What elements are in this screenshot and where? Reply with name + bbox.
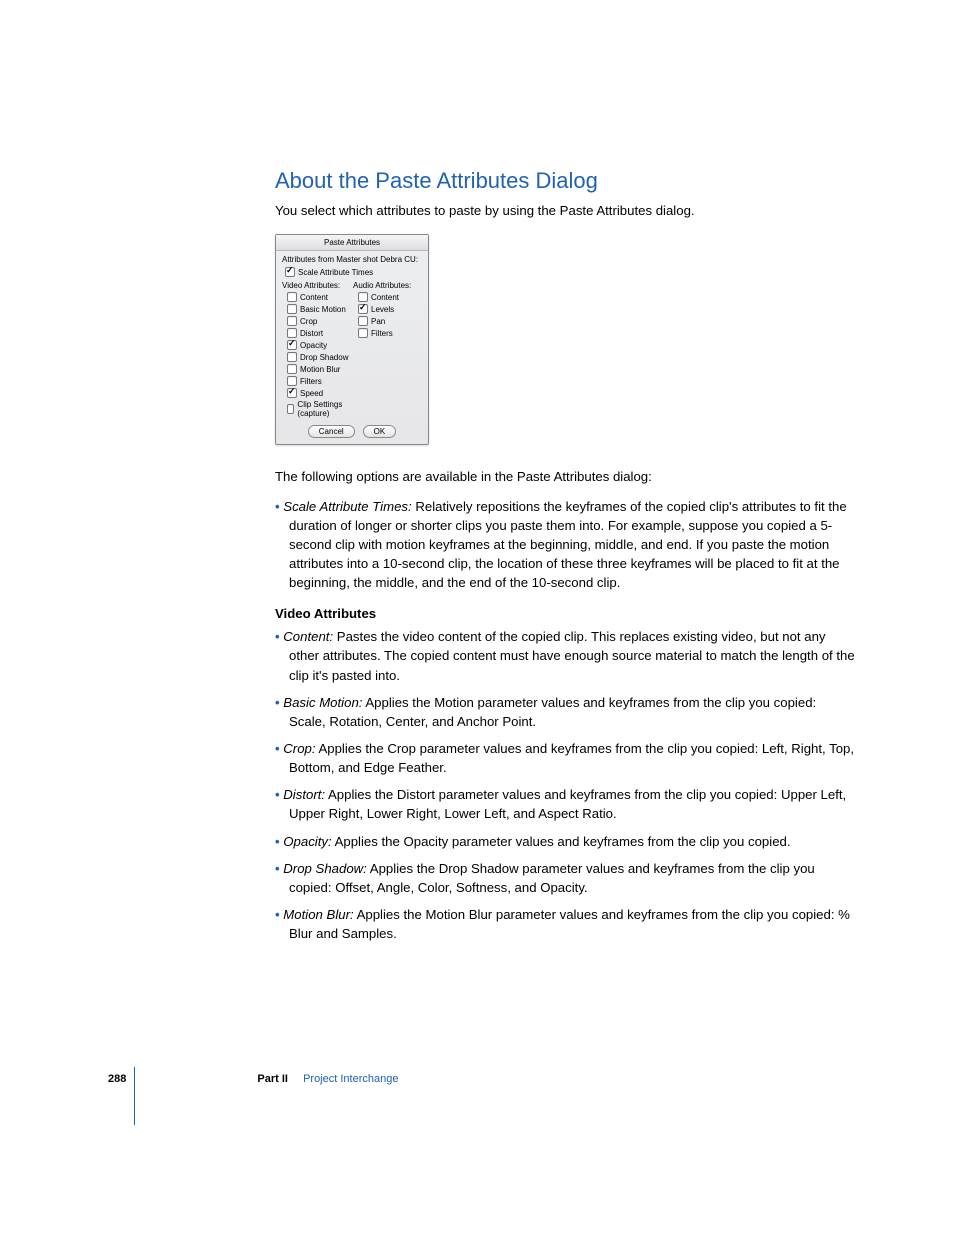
footer-divider [134, 1067, 135, 1125]
video-attr-label: Drop Shadow [300, 353, 348, 362]
video-attr-label: Clip Settings (capture) [297, 400, 351, 418]
video-attr-label: Speed [300, 389, 323, 398]
audio-attr-label: Content [371, 293, 399, 302]
video-attributes-list: Content: Pastes the video content of the… [135, 627, 856, 943]
list-item: Crop: Applies the Crop parameter values … [275, 739, 856, 777]
attributes-from-line: Attributes from Master shot Debra CU: [282, 255, 422, 266]
audio-attr-label: Pan [371, 317, 385, 326]
video-attr-checkbox[interactable] [287, 376, 297, 386]
top-bullet-list: Scale Attribute Times: Relatively reposi… [135, 497, 856, 593]
video-attr-row[interactable]: Clip Settings (capture) [282, 399, 351, 419]
list-item: Opacity: Applies the Opacity parameter v… [275, 832, 856, 851]
cancel-button[interactable]: Cancel [308, 425, 355, 438]
audio-attr-checkbox[interactable] [358, 316, 368, 326]
chapter-name: Project Interchange [303, 1073, 398, 1085]
intro-text: You select which attributes to paste by … [275, 202, 856, 220]
list-item: Drop Shadow: Applies the Drop Shadow par… [275, 859, 856, 897]
scale-attribute-times-row[interactable]: Scale Attribute Times [282, 266, 422, 278]
video-attr-row[interactable]: Opacity [282, 339, 351, 351]
video-attr-label: Motion Blur [300, 365, 340, 374]
video-attr-checkbox[interactable] [287, 316, 297, 326]
bullet-term: Scale Attribute Times: [283, 499, 411, 514]
video-attr-checkbox[interactable] [287, 352, 297, 362]
video-attr-row[interactable]: Basic Motion [282, 303, 351, 315]
paste-attributes-dialog: Paste Attributes Attributes from Master … [275, 234, 429, 445]
video-attributes-header: Video Attributes: [282, 278, 351, 291]
video-attr-row[interactable]: Motion Blur [282, 363, 351, 375]
audio-attr-row[interactable]: Pan [353, 315, 422, 327]
bullet-text: Applies the Motion Blur parameter values… [289, 907, 850, 941]
following-options-text: The following options are available in t… [275, 467, 856, 486]
bullet-text: Applies the Motion parameter values and … [289, 695, 816, 729]
bullet-term: Opacity: [283, 834, 331, 849]
audio-attr-label: Levels [371, 305, 394, 314]
bullet-term: Motion Blur: [283, 907, 353, 922]
video-attr-label: Content [300, 293, 328, 302]
dialog-title: Paste Attributes [276, 235, 428, 251]
heading: About the Paste Attributes Dialog [275, 168, 856, 194]
video-attr-label: Distort [300, 329, 323, 338]
part-label: Part II [257, 1073, 288, 1085]
paste-attributes-dialog-figure: Paste Attributes Attributes from Master … [275, 234, 856, 445]
scale-attribute-times-label: Scale Attribute Times [298, 268, 373, 277]
audio-attr-row[interactable]: Filters [353, 327, 422, 339]
video-attr-row[interactable]: Content [282, 291, 351, 303]
video-attr-checkbox[interactable] [287, 388, 297, 398]
bullet-text: Applies the Crop parameter values and ke… [289, 741, 854, 775]
video-attr-checkbox[interactable] [287, 292, 297, 302]
video-attr-label: Filters [300, 377, 322, 386]
video-attr-checkbox[interactable] [287, 404, 294, 414]
video-attr-checkbox[interactable] [287, 304, 297, 314]
audio-attr-row[interactable]: Levels [353, 303, 422, 315]
scale-attribute-times-bullet: Scale Attribute Times: Relatively reposi… [275, 497, 856, 593]
video-attr-label: Crop [300, 317, 317, 326]
bullet-term: Basic Motion: [283, 695, 362, 710]
video-attr-label: Basic Motion [300, 305, 346, 314]
video-attr-row[interactable]: Drop Shadow [282, 351, 351, 363]
list-item: Motion Blur: Applies the Motion Blur par… [275, 905, 856, 943]
video-attributes-subhead: Video Attributes [275, 606, 856, 621]
ok-button[interactable]: OK [363, 425, 397, 438]
bullet-term: Crop: [283, 741, 315, 756]
bullet-text: Applies the Opacity parameter values and… [332, 834, 791, 849]
video-attr-checkbox[interactable] [287, 364, 297, 374]
bullet-term: Drop Shadow: [283, 861, 367, 876]
scale-attribute-times-checkbox[interactable] [285, 267, 295, 277]
page-number: 288 [108, 1073, 126, 1085]
list-item: Content: Pastes the video content of the… [275, 627, 856, 684]
audio-attr-checkbox[interactable] [358, 328, 368, 338]
audio-attr-label: Filters [371, 329, 393, 338]
bullet-term: Distort: [283, 787, 325, 802]
bullet-text: Applies the Distort parameter values and… [289, 787, 846, 821]
bullet-text: Pastes the video content of the copied c… [289, 629, 855, 682]
video-attr-checkbox[interactable] [287, 340, 297, 350]
page-footer: 288 Part II Project Interchange [108, 1073, 398, 1085]
video-attr-row[interactable]: Crop [282, 315, 351, 327]
video-attr-checkbox[interactable] [287, 328, 297, 338]
video-attr-row[interactable]: Speed [282, 387, 351, 399]
audio-attributes-header: Audio Attributes: [353, 278, 422, 291]
bullet-term: Content: [283, 629, 333, 644]
list-item: Distort: Applies the Distort parameter v… [275, 785, 856, 823]
audio-attr-checkbox[interactable] [358, 304, 368, 314]
audio-attr-checkbox[interactable] [358, 292, 368, 302]
video-attr-label: Opacity [300, 341, 327, 350]
bullet-text: Applies the Drop Shadow parameter values… [289, 861, 815, 895]
document-page: About the Paste Attributes Dialog You se… [0, 0, 954, 1155]
list-item: Basic Motion: Applies the Motion paramet… [275, 693, 856, 731]
